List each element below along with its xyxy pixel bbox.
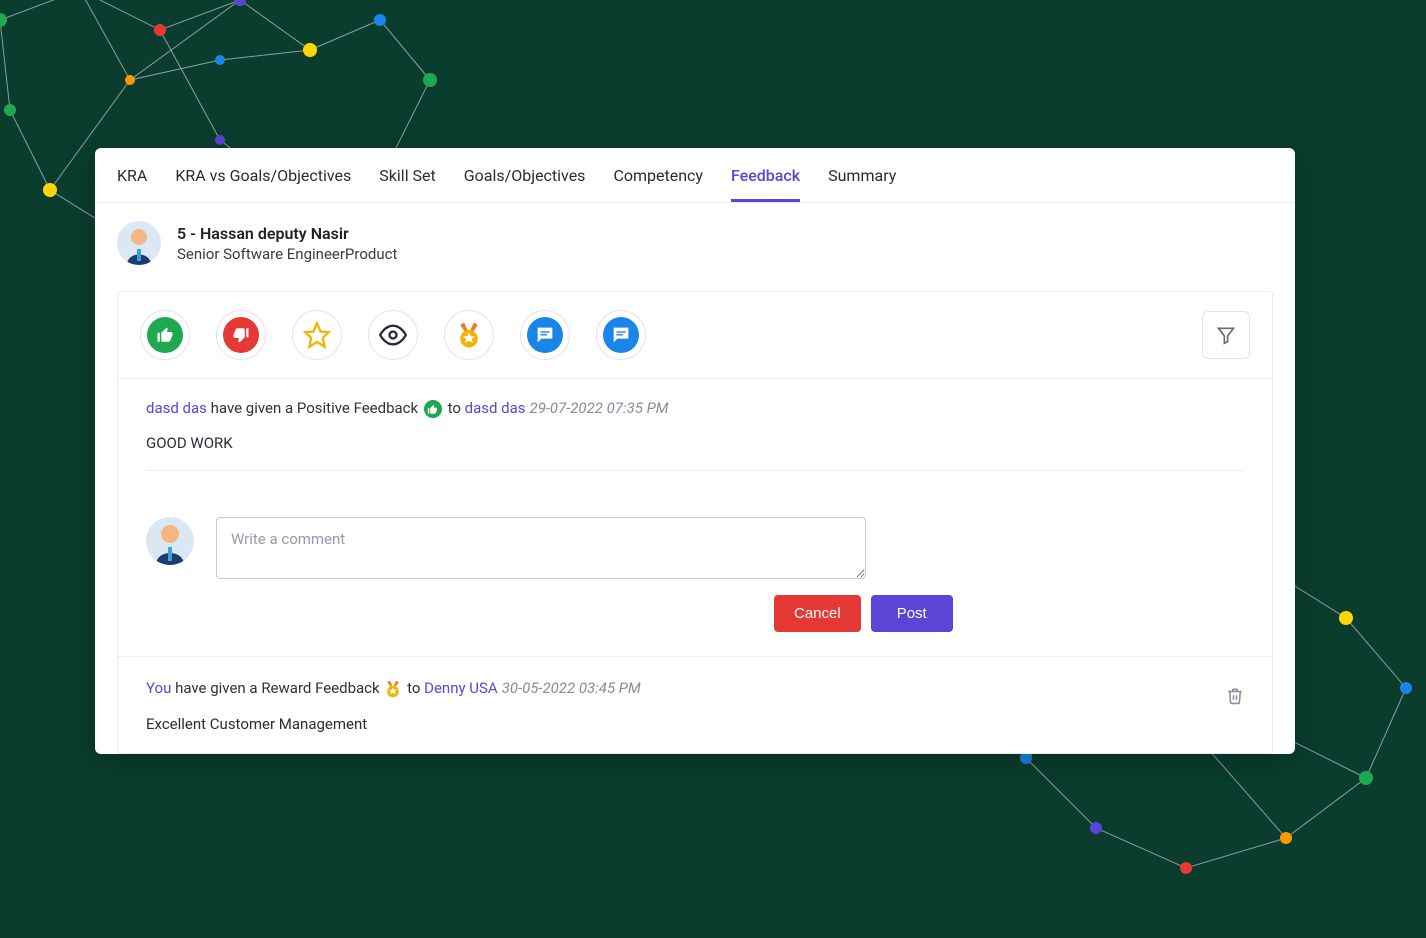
entry1-to-link[interactable]: dasd das <box>465 399 526 417</box>
entry1-body: GOOD WORK <box>146 434 1244 452</box>
entry1-timestamp: 29-07-2022 07:35 PM <box>530 399 669 417</box>
action-icon-row <box>118 292 1272 379</box>
entry2-from-link[interactable]: You <box>146 679 171 697</box>
tab-kra[interactable]: KRA <box>117 166 147 202</box>
tab-summary[interactable]: Summary <box>828 166 896 202</box>
chat-button-2[interactable] <box>596 310 646 360</box>
entry1-action-text: have given a Positive Feedback <box>207 399 422 417</box>
user-header: 5 - Hassan deputy Nasir Senior Software … <box>95 203 1295 291</box>
thumbs-up-button[interactable] <box>140 310 190 360</box>
watch-button[interactable] <box>368 310 418 360</box>
entry1-from-link[interactable]: dasd das <box>146 399 207 417</box>
user-avatar <box>117 221 161 265</box>
feedback-entry-2: You have given a Reward Feedback to Denn… <box>118 656 1272 753</box>
thumbs-down-button[interactable] <box>216 310 266 360</box>
tab-feedback[interactable]: Feedback <box>731 166 800 202</box>
medal-badge-icon <box>383 679 403 697</box>
comment-row <box>118 491 1272 589</box>
comment-avatar <box>146 517 194 565</box>
cancel-button[interactable]: Cancel <box>774 595 861 632</box>
entry2-timestamp: 30-05-2022 03:45 PM <box>502 679 641 697</box>
user-title: Senior Software EngineerProduct <box>177 245 397 263</box>
entry2-action-text: have given a Reward Feedback <box>171 679 383 697</box>
feedback-entry-1: dasd das have given a Positive Feedback … <box>118 379 1272 491</box>
chat-button-1[interactable] <box>520 310 570 360</box>
post-button[interactable]: Post <box>871 595 953 632</box>
tab-bar: KRA KRA vs Goals/Objectives Skill Set Go… <box>95 148 1295 203</box>
feedback-card: KRA KRA vs Goals/Objectives Skill Set Go… <box>95 148 1295 754</box>
tab-kra-vs-goals[interactable]: KRA vs Goals/Objectives <box>175 166 351 202</box>
comment-input[interactable] <box>216 517 866 579</box>
feedback-panel: dasd das have given a Positive Feedback … <box>117 291 1273 754</box>
tab-skill-set[interactable]: Skill Set <box>379 166 435 202</box>
tab-goals[interactable]: Goals/Objectives <box>464 166 586 202</box>
entry1-to-label: to <box>444 399 465 417</box>
reward-button[interactable] <box>444 310 494 360</box>
filter-button[interactable] <box>1202 311 1250 359</box>
tab-competency[interactable]: Competency <box>613 166 703 202</box>
thumbs-up-badge-icon <box>424 400 442 418</box>
star-button[interactable] <box>292 310 342 360</box>
comment-buttons: Cancel Post <box>746 589 1272 656</box>
entry2-body: Excellent Customer Management <box>146 715 1244 733</box>
user-name: 5 - Hassan deputy Nasir <box>177 224 397 243</box>
entry2-to-label: to <box>403 679 424 697</box>
entry2-to-link[interactable]: Denny USA <box>424 679 498 697</box>
delete-button[interactable] <box>1226 687 1244 709</box>
